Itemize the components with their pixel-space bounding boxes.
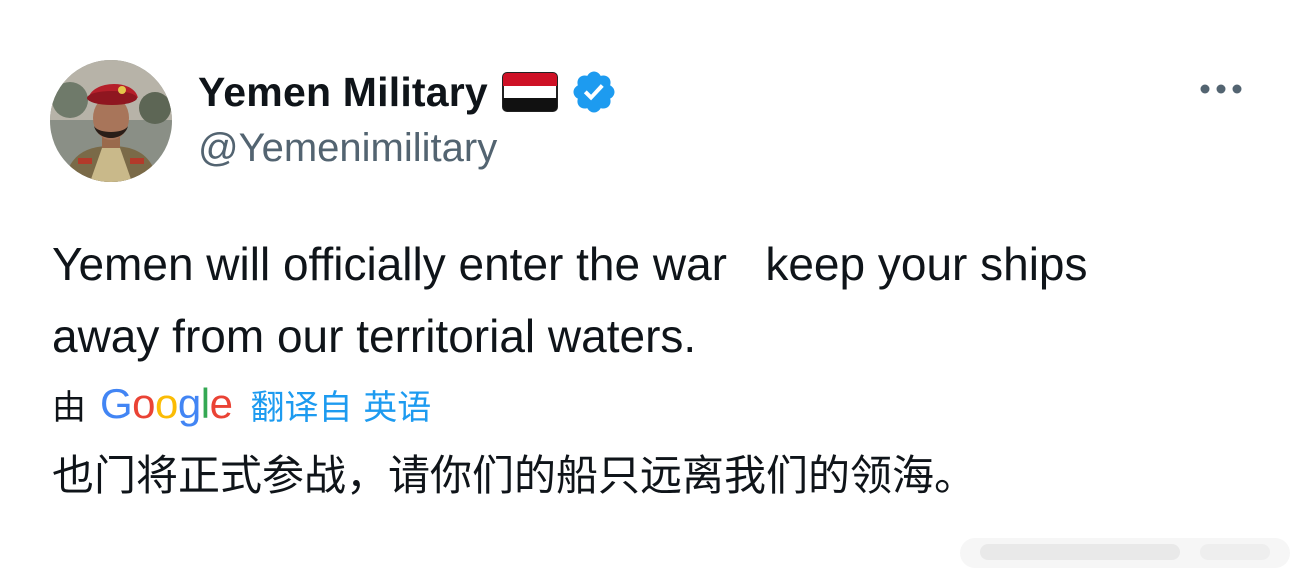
author-display-name[interactable]: Yemen Military [198,69,488,116]
tweet-card: Yemen Military @Yemenimilitary Yemen wil… [0,0,1300,578]
author-handle[interactable]: @Yemenimilitary [198,126,497,171]
verified-badge-icon[interactable] [570,68,618,116]
translated-by-label: 由 [52,387,86,428]
yemen-flag-icon [501,72,558,112]
author-row: Yemen Military [198,64,618,120]
tweet-text-line: Yemen will officially enter the war keep… [52,238,1088,290]
google-logo: Google [100,380,233,427]
tweet-text-line: away from our territorial waters. [52,310,697,362]
more-horizontal-icon [1200,84,1242,94]
translation-attribution: 由 Google 翻译自 英语 [52,378,431,430]
translated-tweet-text: 也门将正式参战，请你们的船只远离我们的领海。 [52,451,977,500]
avatar[interactable] [50,60,172,182]
avatar-image [50,60,172,182]
translated-from-link[interactable]: 翻译自 英语 [250,380,431,429]
tweet-text: Yemen will officially enter the war keep… [52,228,1262,372]
more-options-button[interactable] [1196,72,1246,106]
watermark-graphic [960,538,1290,568]
